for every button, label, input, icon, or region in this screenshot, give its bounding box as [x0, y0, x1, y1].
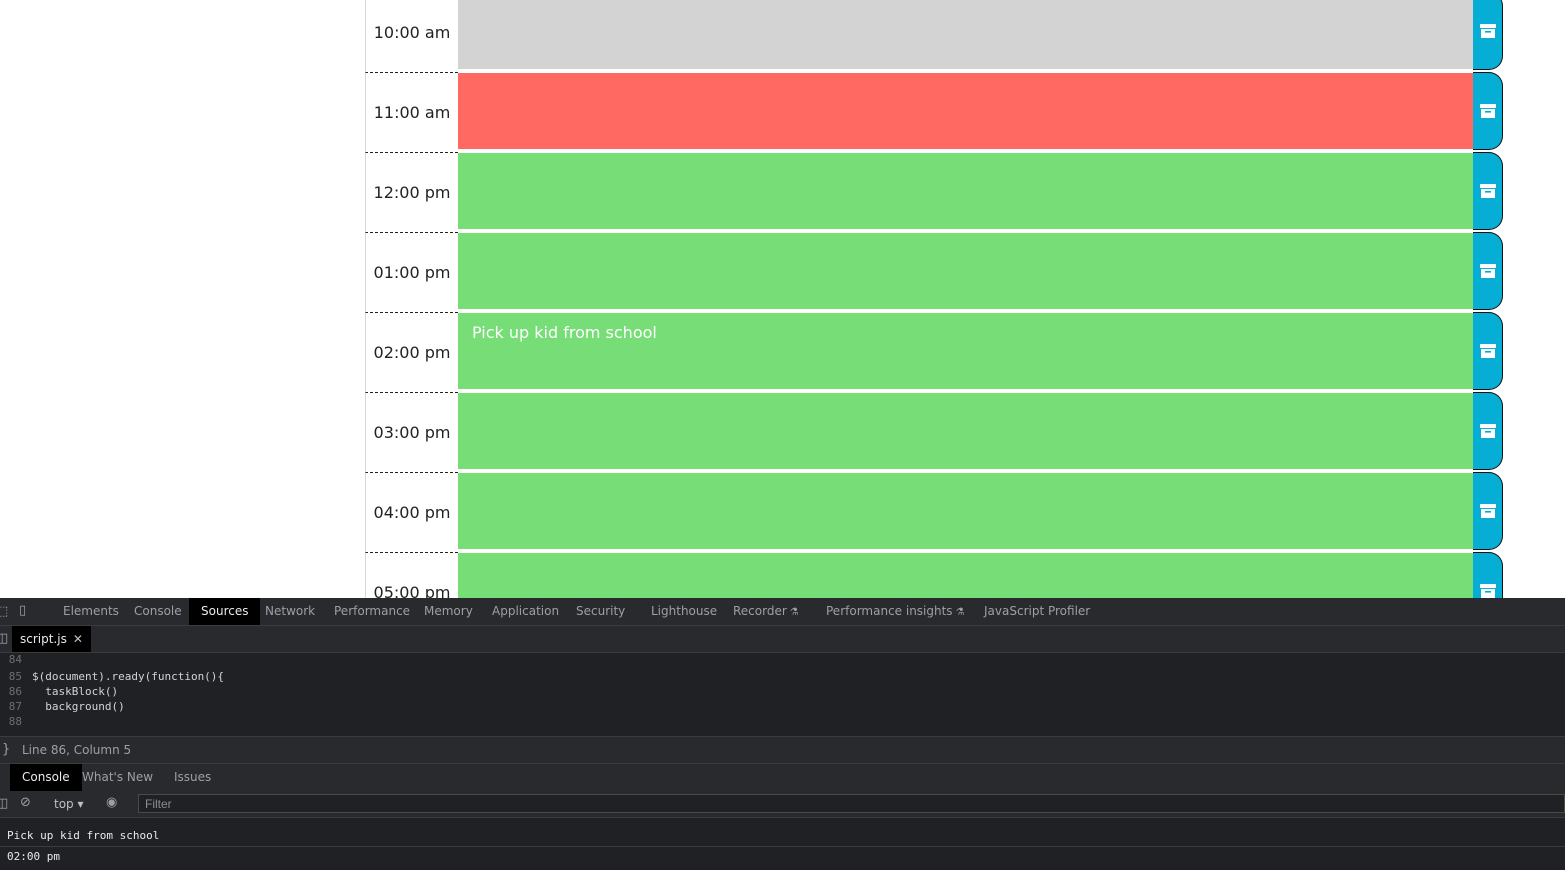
archive-icon: [1479, 264, 1496, 278]
file-tab-label: script.js: [20, 632, 67, 646]
code-text: background(): [32, 700, 125, 713]
save-button[interactable]: [1473, 312, 1503, 390]
time-block-row: 10:00 am: [365, 0, 1505, 72]
code-text: taskBlock(): [32, 685, 119, 698]
eye-icon[interactable]: ◉: [106, 795, 117, 810]
hour-label: 01:00 pm: [365, 232, 458, 312]
brace-format-icon[interactable]: }: [2, 737, 10, 763]
save-button[interactable]: [1473, 232, 1503, 310]
save-button[interactable]: [1473, 392, 1503, 470]
console-message: 02:00 pm: [7, 850, 60, 863]
time-block-row: 12:00 pm: [365, 152, 1505, 232]
archive-icon: [1479, 504, 1496, 518]
hour-label: 05:00 pm: [365, 552, 458, 598]
tab-elements[interactable]: Elements: [63, 598, 119, 625]
clear-console-icon[interactable]: ⊘: [20, 795, 31, 810]
editor-status-bar: } Line 86, Column 5: [0, 736, 1565, 764]
tab-lighthouse[interactable]: Lighthouse: [651, 598, 717, 625]
sidebar-toggle-icon[interactable]: ◫: [0, 796, 8, 811]
context-select[interactable]: top ▾: [54, 791, 84, 817]
tab-recorder-label: Recorder: [733, 604, 787, 618]
tab-performance-insights[interactable]: Performance insights ⚗: [826, 598, 965, 625]
line-number: 86: [8, 685, 22, 698]
tab-console[interactable]: Console: [134, 598, 182, 625]
file-tabbar: ◫ script.js ✕: [0, 626, 1565, 653]
code-editor[interactable]: 84 85 $(document).ready(function(){ 86 ta…: [0, 653, 1565, 735]
save-button[interactable]: [1473, 152, 1503, 230]
device-toolbar-icon[interactable]: ▯: [19, 603, 26, 618]
close-icon[interactable]: ✕: [73, 632, 83, 646]
experimental-flask-icon: ⚗: [789, 607, 799, 618]
save-button[interactable]: [1473, 472, 1503, 550]
message-divider: [0, 846, 1565, 847]
line-number: 85: [8, 670, 22, 683]
line-number: 87: [8, 700, 22, 713]
code-line: 85 $(document).ready(function(){: [0, 669, 224, 684]
console-toolbar: ◫ ⊘ top ▾ ◉: [0, 791, 1565, 818]
tab-recorder[interactable]: Recorder ⚗: [733, 598, 799, 625]
file-tab-script[interactable]: script.js ✕: [12, 626, 91, 652]
task-description-input[interactable]: Pick up kid from school: [458, 312, 1473, 390]
code-line: 84: [0, 653, 32, 667]
drawer-tab-whats-new[interactable]: What's New: [82, 764, 153, 791]
tab-javascript-profiler[interactable]: JavaScript Profiler: [984, 598, 1090, 625]
task-description-input[interactable]: [458, 0, 1473, 70]
drawer-tabbar: Console What's New Issues: [0, 764, 1565, 792]
tab-sources[interactable]: Sources: [189, 598, 261, 625]
archive-icon: [1479, 24, 1496, 38]
time-block-row: 05:00 pm: [365, 552, 1505, 598]
save-button[interactable]: [1473, 72, 1503, 150]
time-block-row: 11:00 am: [365, 72, 1505, 152]
inspect-element-icon[interactable]: ⬚: [0, 604, 8, 619]
archive-icon: [1479, 344, 1496, 358]
save-button[interactable]: [1473, 552, 1503, 598]
filter-input[interactable]: [138, 794, 1565, 813]
code-line: 88: [0, 714, 32, 729]
tab-performance-insights-label: Performance insights: [826, 604, 953, 618]
hour-label: 03:00 pm: [365, 392, 458, 472]
tab-performance[interactable]: Performance: [334, 598, 410, 625]
hour-label: 02:00 pm: [365, 312, 458, 392]
task-description-input[interactable]: [458, 392, 1473, 470]
task-description-input[interactable]: [458, 232, 1473, 310]
console-output: Pick up kid from school 02:00 pm: [0, 818, 1565, 870]
save-button[interactable]: [1473, 0, 1503, 70]
task-description-input[interactable]: [458, 152, 1473, 230]
experimental-flask-icon: ⚗: [955, 607, 965, 618]
archive-icon: [1479, 104, 1496, 118]
context-value: top: [54, 797, 74, 811]
devtools-main-tabbar: ⬚ ▯ Elements Console Sources Network Per…: [0, 598, 1565, 626]
hour-label: 11:00 am: [365, 72, 458, 152]
time-block-row: 03:00 pm: [365, 392, 1505, 472]
archive-icon: [1479, 424, 1496, 438]
code-line: 86 taskBlock(): [0, 684, 118, 699]
code-line: 87 background(): [0, 699, 125, 714]
tab-network[interactable]: Network: [265, 598, 315, 625]
drawer-tab-issues[interactable]: Issues: [174, 764, 211, 791]
drawer-tab-console[interactable]: Console: [10, 764, 82, 791]
tab-application[interactable]: Application: [492, 598, 559, 625]
task-description-input[interactable]: [458, 72, 1473, 150]
hour-label: 04:00 pm: [365, 472, 458, 552]
scheduler: 10:00 am 11:00 am 12:00 pm 01:00 pm 02:00 pm…: [0, 0, 1565, 598]
archive-icon: [1479, 584, 1496, 598]
task-description-input[interactable]: [458, 472, 1473, 550]
code-text: $(document).ready(function(){: [32, 670, 225, 683]
time-block-row: 02:00 pm Pick up kid from school: [365, 312, 1505, 392]
hour-label: 12:00 pm: [365, 152, 458, 232]
cursor-position: Line 86, Column 5: [22, 743, 132, 757]
tab-security[interactable]: Security: [576, 598, 625, 625]
hour-label: 10:00 am: [365, 0, 458, 72]
time-block-row: 01:00 pm: [365, 232, 1505, 312]
console-message: Pick up kid from school: [7, 829, 160, 842]
task-description-input[interactable]: [458, 552, 1473, 598]
devtools-panel: ⬚ ▯ Elements Console Sources Network Per…: [0, 598, 1565, 870]
navigator-toggle-icon[interactable]: ◫: [0, 631, 8, 646]
time-block-row: 04:00 pm: [365, 472, 1505, 552]
line-number: 84: [8, 653, 22, 666]
line-number: 88: [8, 715, 22, 728]
archive-icon: [1479, 184, 1496, 198]
tab-memory[interactable]: Memory: [424, 598, 473, 625]
